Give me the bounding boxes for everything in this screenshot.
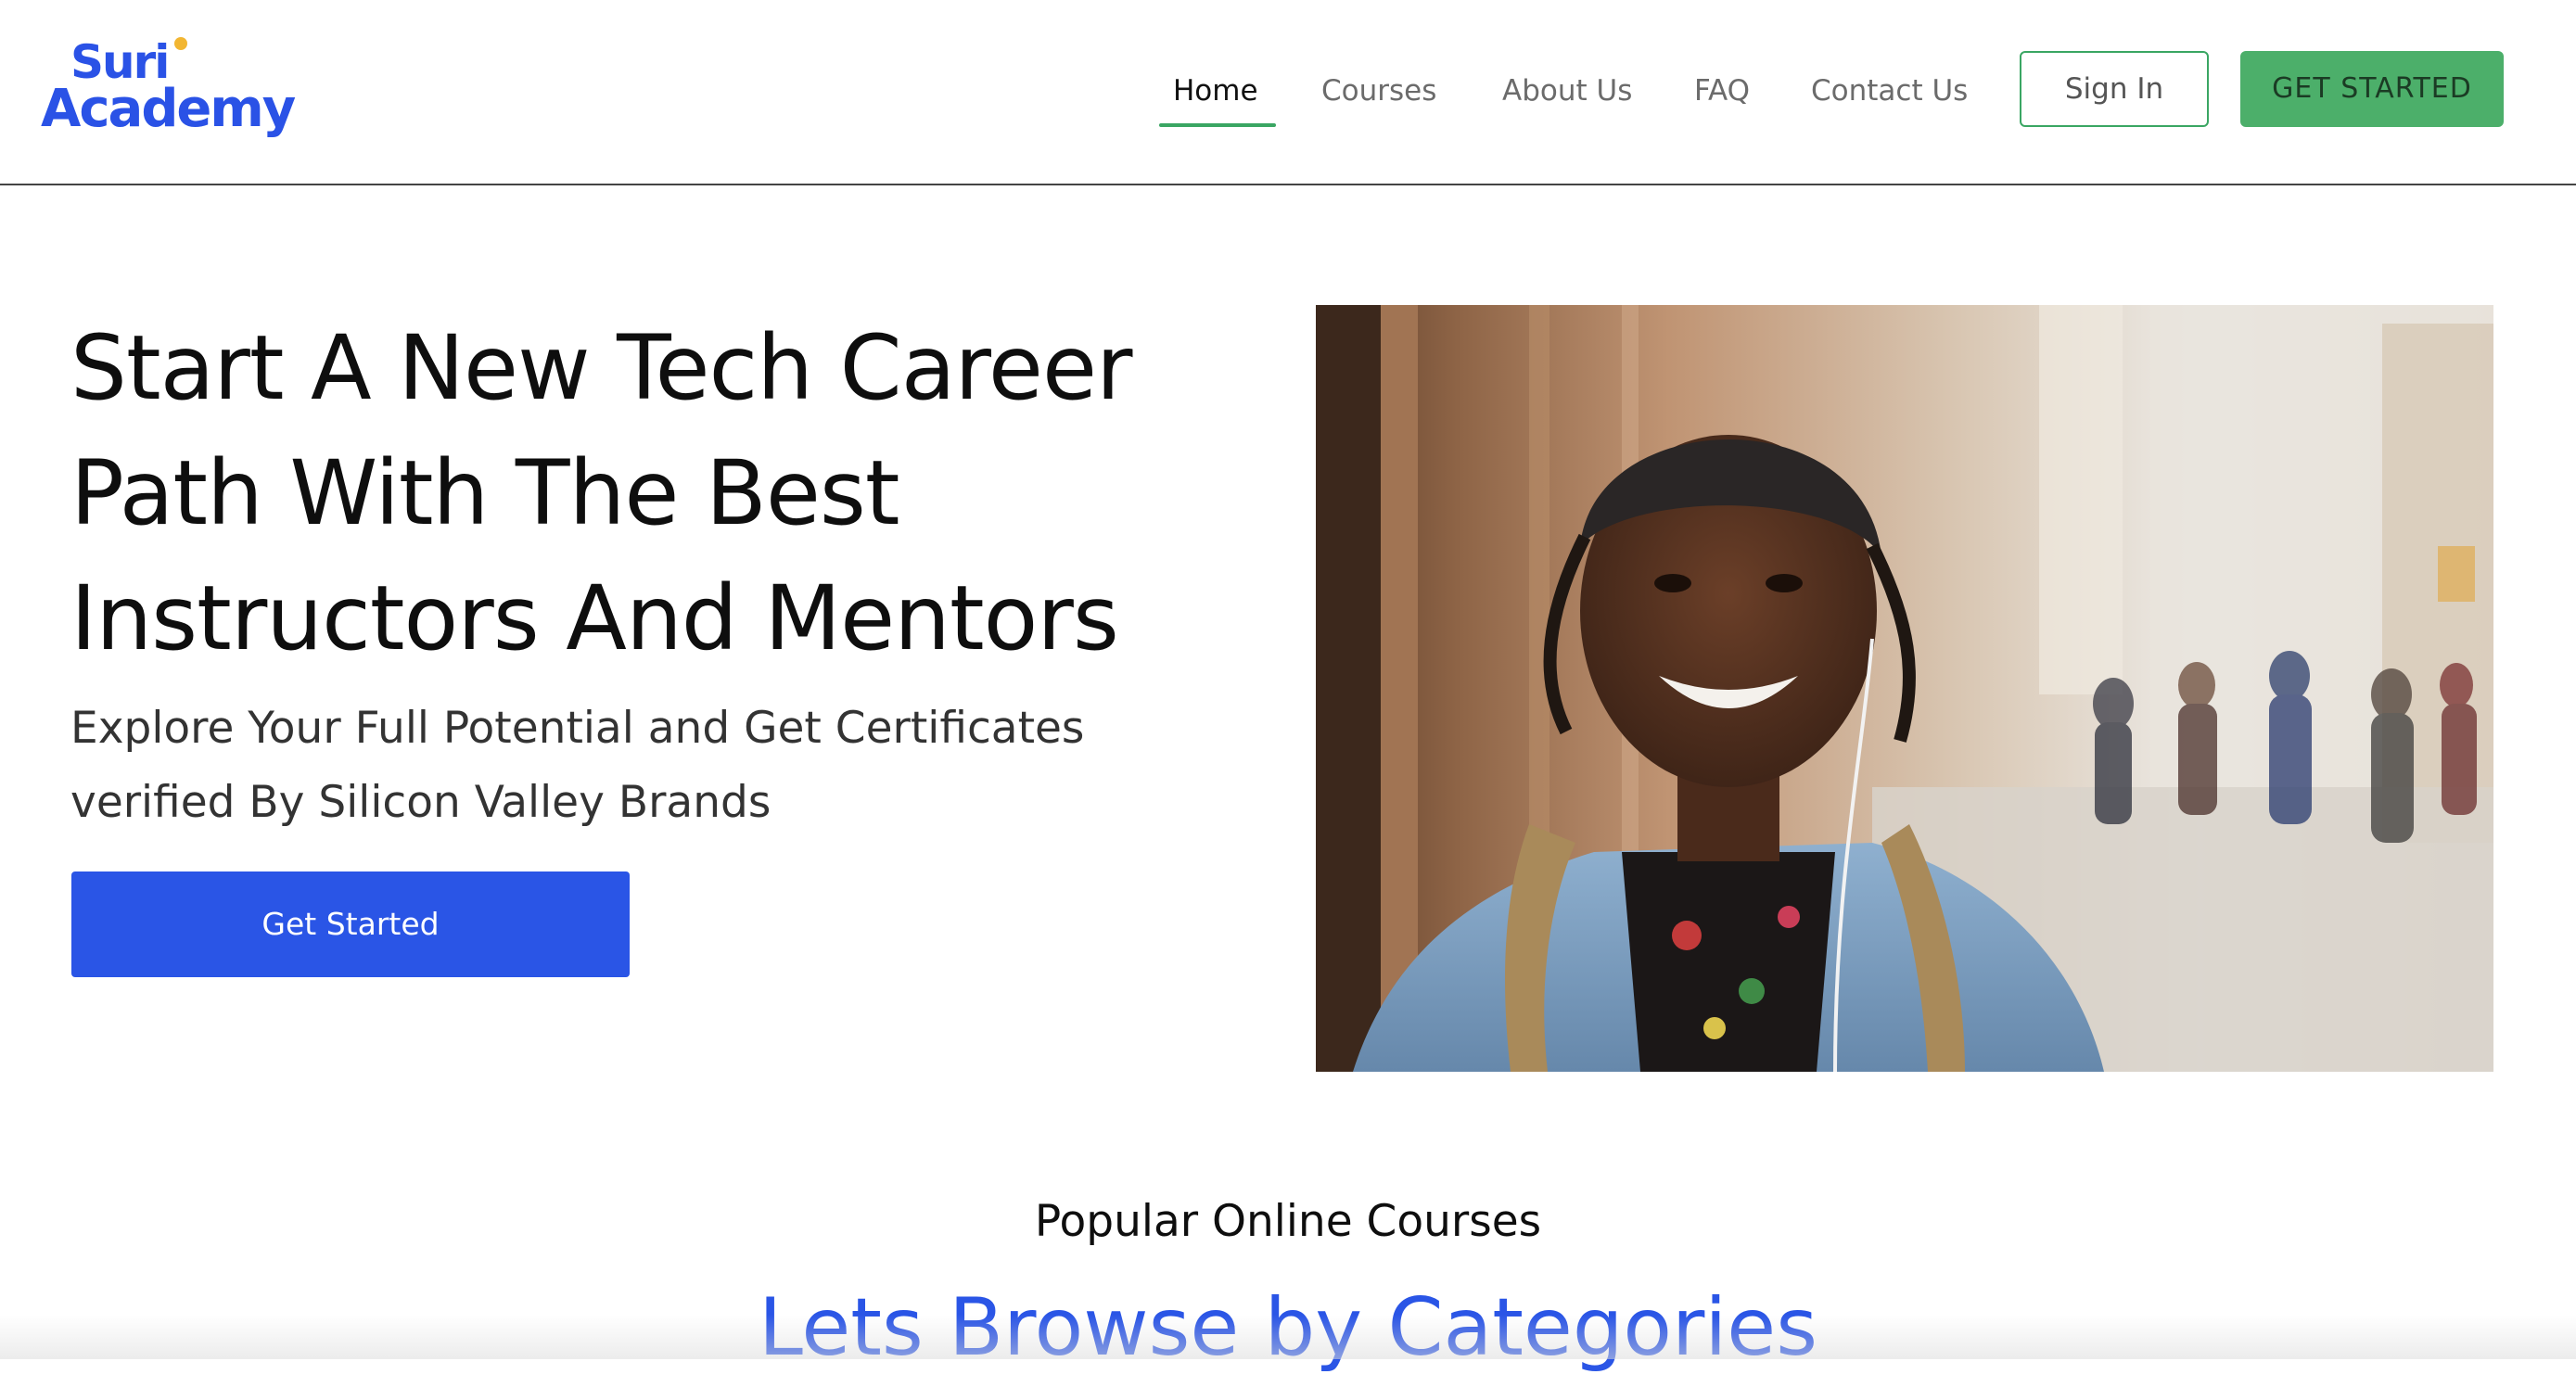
- nav-active-indicator: [1159, 123, 1276, 127]
- section-title: Lets Browse by Categories: [758, 1281, 1818, 1374]
- hero-subtitle-line-1: Explore Your Full Potential and Get Cert…: [70, 703, 1085, 754]
- nav-link-home[interactable]: Home: [1173, 69, 1258, 113]
- get-started-hero-button[interactable]: Get Started: [71, 871, 630, 977]
- section-kicker: Popular Online Courses: [1034, 1196, 1542, 1247]
- hero-title-line-3: Instructors And Mentors: [70, 566, 1119, 670]
- nav-link-contact-us[interactable]: Contact Us: [1811, 69, 1968, 113]
- hero-title: Start A New Tech Career Path With The Be…: [70, 306, 1276, 681]
- smiling-student-photo-icon: [1316, 305, 2493, 1072]
- hero-title-line-1: Start A New Tech Career: [70, 316, 1132, 420]
- logo-dot-icon: [174, 37, 187, 50]
- suri-academy-logo[interactable]: Suri Academy: [41, 37, 338, 148]
- get-started-header-button[interactable]: GET STARTED: [2240, 51, 2504, 127]
- hero-student-image: [1316, 305, 2493, 1072]
- sign-in-button[interactable]: Sign In: [2020, 51, 2209, 127]
- nav-link-courses[interactable]: Courses: [1321, 69, 1436, 113]
- hero-subtitle: Explore Your Full Potential and Get Cert…: [70, 692, 1183, 840]
- site-header: Suri Academy Home Courses About Us FAQ C…: [0, 0, 2576, 185]
- nav-link-about-us[interactable]: About Us: [1502, 69, 1632, 113]
- hero-title-line-2: Path With The Best: [70, 441, 900, 545]
- logo-text-academy: Academy: [41, 79, 296, 139]
- hero-subtitle-line-2: verified By Silicon Valley Brands: [70, 777, 772, 828]
- nav-link-faq[interactable]: FAQ: [1694, 69, 1750, 113]
